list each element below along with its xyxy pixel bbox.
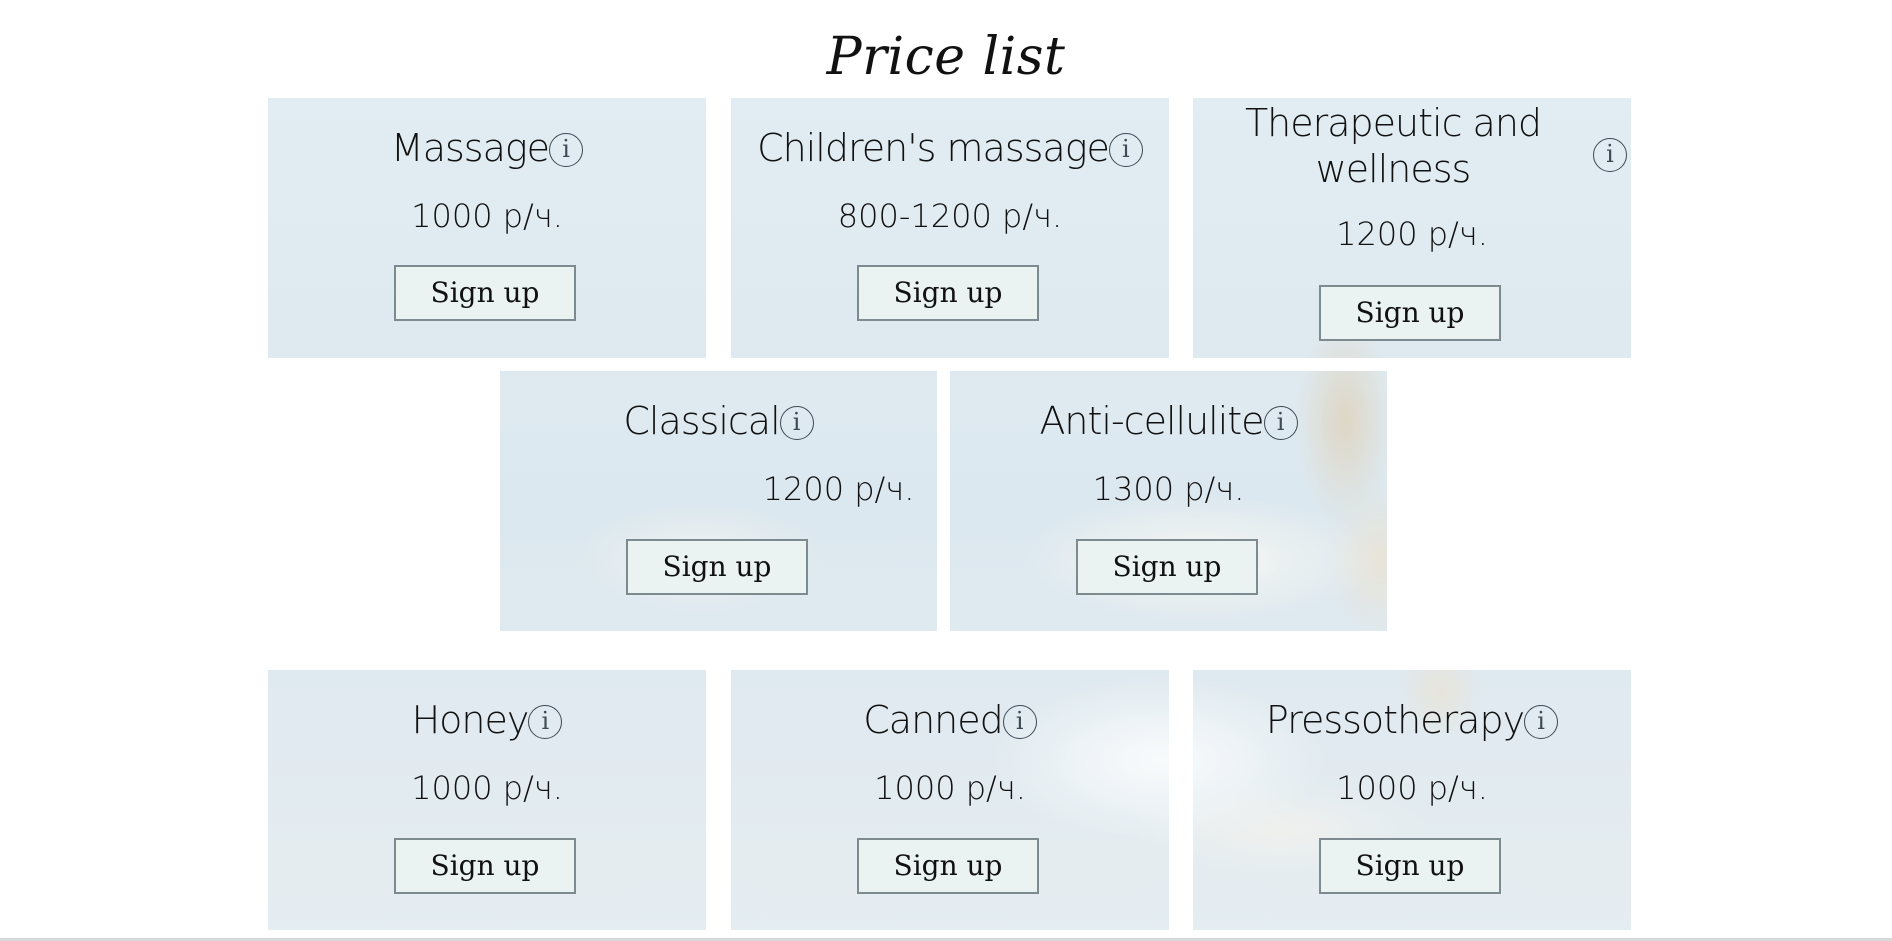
service-title: Pressotherapy i	[1193, 697, 1631, 743]
info-icon[interactable]: i	[549, 133, 584, 167]
service-price: 1300 р/ч.	[1092, 470, 1245, 508]
sign-up-button[interactable]: Sign up	[626, 539, 808, 595]
sign-up-button[interactable]: Sign up	[1076, 539, 1258, 595]
info-icon[interactable]: i	[1524, 705, 1559, 739]
service-card-classical: Classical i 1200 р/ч. Sign up	[500, 371, 937, 631]
info-icon[interactable]: i	[779, 406, 814, 440]
service-card-massage: Massage i 1000 р/ч. Sign up	[268, 98, 706, 358]
service-title: Canned i	[731, 697, 1169, 743]
service-price: 800-1200 р/ч.	[837, 197, 1063, 235]
service-title-text: Children's massage	[757, 126, 1110, 170]
service-title-text: Anti-cellulite	[1039, 399, 1264, 443]
service-card-pressotherapy: Pressotherapy i 1000 р/ч. Sign up	[1193, 670, 1631, 930]
sign-up-button[interactable]: Sign up	[394, 265, 576, 321]
sign-up-button[interactable]: Sign up	[394, 838, 576, 894]
service-price: 1000 р/ч.	[411, 197, 563, 235]
sign-up-button[interactable]: Sign up	[857, 838, 1039, 894]
service-title-text: Classical	[623, 399, 780, 443]
service-card-childrens-massage: Children's massage i 800-1200 р/ч. Sign u…	[731, 98, 1169, 358]
service-card-canned: Canned i 1000 р/ч. Sign up	[731, 670, 1169, 930]
info-icon[interactable]: i	[1002, 705, 1037, 739]
service-price: 1000 р/ч.	[874, 769, 1026, 807]
info-icon[interactable]: i	[528, 705, 563, 739]
sign-up-button[interactable]: Sign up	[857, 265, 1039, 321]
info-icon[interactable]: i	[1263, 406, 1298, 440]
info-icon[interactable]: i	[1593, 138, 1627, 172]
service-price: 1200 р/ч.	[1336, 215, 1488, 253]
service-price: 1000 р/ч.	[1336, 769, 1488, 807]
service-price: 1000 р/ч.	[411, 769, 563, 807]
service-title: Anti-cellulite i	[950, 398, 1387, 444]
service-title-text: Pressotherapy	[1265, 698, 1525, 742]
service-title-text: Canned	[863, 698, 1003, 742]
service-card-honey: Honey i 1000 р/ч. Sign up	[268, 670, 706, 930]
service-price: 1200 р/ч.	[762, 470, 915, 508]
service-card-anti-cellulite: Anti-cellulite i 1300 р/ч. Sign up	[950, 371, 1387, 631]
service-card-therapeutic-and-wellness: Therapeutic and wellness i 1200 р/ч. Sig…	[1193, 98, 1631, 358]
page-title: Price list	[826, 27, 1066, 87]
price-list-page: Price list Massage i 1000 р/ч. Sign up Ch…	[0, 0, 1892, 941]
service-title-text: Massage	[390, 126, 550, 170]
info-icon[interactable]: i	[1108, 133, 1143, 167]
service-title-text: Honey	[411, 698, 530, 742]
service-title: Children's massage i	[731, 125, 1169, 171]
service-title: Massage i	[268, 125, 706, 171]
service-title: Therapeutic and wellness	[1244, 101, 1542, 191]
service-title: Classical i	[500, 398, 937, 444]
service-title: Honey i	[268, 697, 706, 743]
sign-up-button[interactable]: Sign up	[1319, 285, 1501, 341]
sign-up-button[interactable]: Sign up	[1319, 838, 1501, 894]
